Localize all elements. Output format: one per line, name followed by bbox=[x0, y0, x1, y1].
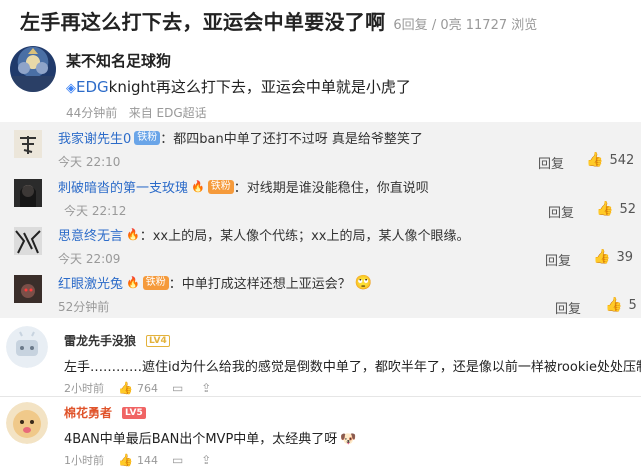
like-button[interactable]: 👍 52 bbox=[596, 201, 636, 217]
thumbs-up-icon: 👍 bbox=[586, 152, 604, 168]
reply-time: 今天 22:10 bbox=[58, 155, 121, 169]
share-button[interactable]: ⇪ bbox=[201, 381, 215, 395]
comment-time: 1小时前 bbox=[64, 454, 104, 467]
avatar[interactable] bbox=[14, 275, 42, 303]
replies-count: 6回复 bbox=[393, 18, 428, 33]
comment-meta: 2小时前 👍 764 ▭ ⇪ bbox=[64, 380, 229, 396]
post-header: 左手再这么打下去，亚运会中单要没了啊 6回复 / 0亮 11727 浏览 bbox=[20, 6, 641, 34]
comment-time: 2小时前 bbox=[64, 382, 104, 395]
post-stats: 6回复 / 0亮 11727 浏览 bbox=[393, 18, 538, 33]
share-icon: ⇪ bbox=[201, 381, 212, 395]
avatar[interactable] bbox=[14, 179, 42, 207]
comment-username[interactable]: 棉花勇者 bbox=[64, 404, 112, 421]
reply-username[interactable]: 红眼激光兔 bbox=[58, 273, 123, 292]
comment-icon: ▭ bbox=[171, 381, 184, 395]
reply-button[interactable]: 回复 bbox=[545, 250, 571, 269]
replies-section: 我家谢先生0 铁粉 ：都四ban中单了还打不过呀 真是给爷整笑了 今天 22:1… bbox=[0, 122, 641, 318]
reply-text: ：都四ban中单了还打不过呀 真是给爷整笑了 bbox=[160, 132, 423, 147]
views-count: 11727 浏览 bbox=[465, 18, 538, 33]
reply-button[interactable]: 回复 bbox=[538, 153, 564, 172]
like-button[interactable]: 👍 5 bbox=[605, 297, 637, 313]
fire-icon: 🔥 bbox=[191, 180, 205, 193]
reply-username[interactable]: 我家谢先生0 bbox=[58, 128, 131, 147]
fan-badge: 铁粉 bbox=[134, 130, 161, 145]
like-button[interactable]: 👍 764 bbox=[118, 381, 158, 395]
reply-text: ：xx上的局，某人像个代练；xx上的局，某人像个眼缘。 bbox=[139, 229, 470, 244]
avatar[interactable] bbox=[10, 46, 56, 92]
reply-text: ：对线期是谁没能稳住，你直说呗 bbox=[233, 181, 429, 196]
comment-button[interactable]: ▭ bbox=[172, 453, 187, 467]
main-comment: 某不知名足球狗 ◈EDGknight再这么打下去，亚运会中单就是小虎了 44分钟… bbox=[0, 40, 641, 122]
share-button[interactable]: ⇪ bbox=[201, 453, 215, 467]
like-button[interactable]: 👍 542 bbox=[586, 152, 634, 168]
avatar[interactable] bbox=[6, 326, 48, 368]
comment-username[interactable]: 雷龙先手没狼 bbox=[64, 332, 136, 349]
fan-badge: 铁粉 bbox=[207, 179, 234, 194]
post-title: 左手再这么打下去，亚运会中单要没了啊 bbox=[20, 10, 386, 34]
comment-button[interactable]: ▭ bbox=[172, 381, 187, 395]
fire-icon: 🔥 bbox=[126, 276, 140, 289]
thumbs-up-icon: 👍 bbox=[593, 249, 611, 265]
reply-text: ：中单打成这样还想上亚运会？ bbox=[168, 277, 351, 292]
comment-meta: 44分钟前 来自 EDG超话 bbox=[66, 104, 207, 121]
topic-tag-link[interactable]: EDG bbox=[76, 78, 109, 96]
reply-button[interactable]: 回复 bbox=[548, 202, 574, 221]
avatar[interactable] bbox=[14, 227, 42, 255]
reply-button[interactable]: 回复 bbox=[555, 298, 581, 317]
reply-item: 刺破暗沓的第一支玫瑰 🔥 铁粉 ：对线期是谁没能稳住，你直说呗 今天 22:12… bbox=[0, 173, 641, 222]
thumbs-up-icon: 👍 bbox=[118, 453, 133, 467]
thumbs-up-icon: 👍 bbox=[596, 201, 614, 217]
comment-body: 4BAN中单最后BAN出个MVP中单，太经典了呀 bbox=[64, 432, 338, 447]
avatar[interactable] bbox=[14, 130, 42, 158]
reply-time: 今天 22:12 bbox=[64, 204, 127, 218]
comment-source[interactable]: 来自 EDG超话 bbox=[129, 106, 207, 120]
reply-item: 红眼激光兔 🔥 铁粉 ：中单打成这样还想上亚运会？ 🙄 52分钟前 回复 👍 5 bbox=[0, 269, 641, 318]
avatar[interactable] bbox=[6, 402, 48, 444]
comment-text: 左手…………遮住id为什么给我的感觉是倒数中单了，都吹半年了，还是像以前一样被r… bbox=[64, 360, 641, 375]
fan-badge: 铁粉 bbox=[142, 275, 169, 290]
thumbs-up-icon: 👍 bbox=[605, 297, 623, 313]
comment-icon: ▭ bbox=[171, 453, 184, 467]
level-badge: LV5 bbox=[122, 406, 146, 419]
comment-text: ◈EDGknight再这么打下去，亚运会中单就是小虎了 bbox=[66, 76, 411, 97]
username[interactable]: 某不知名足球狗 bbox=[66, 50, 171, 71]
comment-body: knight再这么打下去，亚运会中单就是小虎了 bbox=[108, 78, 411, 96]
super-topic-icon: ◈ bbox=[66, 81, 76, 96]
like-count: 52 bbox=[619, 201, 636, 217]
like-button[interactable]: 👍 39 bbox=[593, 249, 633, 265]
reply-item: 我家谢先生0 铁粉 ：都四ban中单了还打不过呀 真是给爷整笑了 今天 22:1… bbox=[0, 124, 641, 173]
comment-meta: 1小时前 👍 144 ▭ ⇪ bbox=[64, 452, 229, 468]
reply-username[interactable]: 思意终无言 bbox=[58, 225, 123, 244]
fire-icon: 🔥 bbox=[126, 228, 140, 241]
share-icon: ⇪ bbox=[201, 453, 212, 467]
reply-item: 思意终无言 🔥 ：xx上的局，某人像个代练；xx上的局，某人像个眼缘。 今天 2… bbox=[0, 221, 641, 270]
divider bbox=[0, 396, 641, 397]
comment-text: 4BAN中单最后BAN出个MVP中单，太经典了呀 🐶 bbox=[64, 428, 356, 447]
smiley-emoji-icon: 🙄 bbox=[354, 274, 373, 291]
comment-time: 44分钟前 bbox=[66, 106, 118, 120]
reply-time: 今天 22:09 bbox=[58, 252, 121, 266]
like-count: 764 bbox=[136, 381, 158, 395]
likes-count: 0亮 bbox=[440, 18, 462, 33]
reply-username[interactable]: 刺破暗沓的第一支玫瑰 bbox=[58, 177, 188, 196]
reply-time: 52分钟前 bbox=[58, 300, 110, 314]
level-badge: LV4 bbox=[146, 334, 170, 347]
like-count: 144 bbox=[136, 453, 158, 467]
like-count: 542 bbox=[609, 152, 635, 168]
dog-emoji-icon: 🐶 bbox=[340, 432, 357, 447]
like-count: 5 bbox=[628, 297, 637, 313]
thumbs-up-icon: 👍 bbox=[118, 381, 133, 395]
like-count: 39 bbox=[616, 249, 633, 265]
like-button[interactable]: 👍 144 bbox=[118, 453, 158, 467]
